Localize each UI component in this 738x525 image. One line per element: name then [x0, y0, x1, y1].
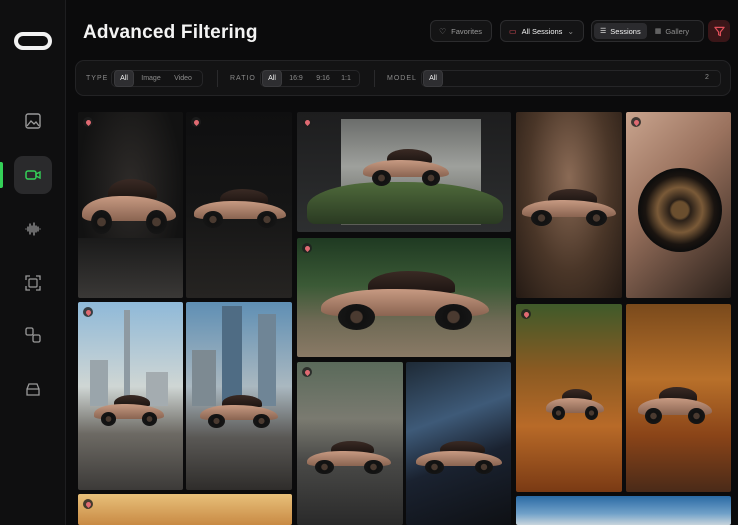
- favorite-heart-icon[interactable]: [83, 499, 93, 509]
- type-option-image[interactable]: Image: [138, 70, 164, 87]
- sidebar-item-upscale[interactable]: [14, 264, 52, 302]
- sidebar: [0, 0, 66, 525]
- car-image: [416, 438, 502, 474]
- gallery-tile[interactable]: [626, 112, 731, 298]
- sidebar-item-images[interactable]: [14, 102, 52, 140]
- audio-waveform-icon: [25, 222, 41, 236]
- car-image: [94, 392, 164, 426]
- wheel-closeup: [638, 168, 722, 252]
- tab-sessions[interactable]: ☰ Sessions: [594, 23, 647, 39]
- car-image: [200, 392, 278, 428]
- ratio-option-1-1[interactable]: 1:1: [338, 70, 354, 87]
- type-filter-label: TYPE: [86, 75, 109, 82]
- type-option-all[interactable]: All: [114, 70, 134, 87]
- ratio-option-9-16[interactable]: 9:16: [312, 70, 334, 87]
- favorite-heart-icon[interactable]: [631, 117, 641, 127]
- view-toggle: ☰ Sessions ▦ Gallery: [591, 20, 704, 42]
- image-expand-icon: [25, 275, 41, 291]
- archive-icon: [26, 383, 40, 396]
- video-icon: [25, 170, 41, 180]
- gallery-tile[interactable]: [406, 362, 511, 525]
- favorites-button[interactable]: ♡ Favorites: [430, 20, 492, 42]
- favorite-heart-icon[interactable]: [302, 367, 312, 377]
- favorite-heart-icon[interactable]: [83, 117, 93, 127]
- sidebar-item-video[interactable]: [14, 156, 52, 194]
- model-filter-label: MODEL: [387, 75, 417, 82]
- gallery-tile[interactable]: [626, 304, 731, 492]
- car-image: [194, 186, 286, 228]
- gallery-tile[interactable]: [78, 112, 183, 298]
- car-image: [638, 384, 712, 424]
- favorite-heart-icon[interactable]: [302, 243, 312, 253]
- model-count: 2: [705, 74, 709, 81]
- favorite-heart-icon[interactable]: [521, 309, 531, 319]
- favorite-heart-icon[interactable]: [191, 117, 201, 127]
- list-icon: ☰: [600, 28, 607, 35]
- chevron-down-icon: ⌄: [567, 26, 575, 36]
- favorite-heart-icon[interactable]: [302, 117, 312, 127]
- ratio-option-16-9[interactable]: 16:9: [285, 70, 307, 87]
- gallery-tile[interactable]: [297, 362, 403, 525]
- sidebar-item-audio[interactable]: [14, 210, 52, 248]
- gallery-tile[interactable]: [516, 496, 731, 525]
- favorites-label: Favorites: [451, 26, 483, 36]
- gallery-tile[interactable]: [297, 112, 511, 232]
- shapes-icon: [25, 327, 41, 343]
- car-image: [522, 186, 616, 226]
- divider: [374, 70, 375, 87]
- gallery-tile[interactable]: [297, 238, 511, 357]
- sessions-dropdown-label: All Sessions: [521, 26, 563, 36]
- floor-reflection: [78, 238, 183, 298]
- gallery-tile[interactable]: [186, 112, 292, 298]
- ratio-filter-label: RATIO: [230, 75, 256, 82]
- divider: [217, 70, 218, 87]
- mossy-rocks: [307, 182, 503, 224]
- car-image: [82, 174, 176, 234]
- tab-gallery[interactable]: ▦ Gallery: [649, 23, 695, 39]
- page-title: Advanced Filtering: [83, 22, 258, 43]
- gallery-tile[interactable]: [186, 302, 292, 490]
- skyscraper: [222, 306, 242, 406]
- heart-outline-icon: ♡: [439, 26, 447, 36]
- gallery-tile[interactable]: [516, 304, 622, 492]
- folder-icon: ▭: [509, 26, 517, 36]
- car-image: [307, 438, 391, 474]
- filter-bar: TYPE All Image Video RATIO All 16:9 9:16…: [75, 60, 731, 96]
- gallery-tile[interactable]: [516, 112, 622, 298]
- ratio-option-all[interactable]: All: [262, 70, 282, 87]
- active-indicator: [0, 162, 3, 188]
- favorite-heart-icon[interactable]: [83, 307, 93, 317]
- sessions-dropdown[interactable]: ▭ All Sessions ⌄: [500, 20, 584, 42]
- sidebar-item-shapes[interactable]: [14, 316, 52, 354]
- image-icon: [25, 113, 41, 129]
- car-image: [363, 146, 449, 186]
- model-option-all[interactable]: All: [423, 70, 443, 87]
- filter-icon: [713, 26, 725, 36]
- grid-icon: ▦: [654, 28, 662, 35]
- sidebar-item-archive[interactable]: [14, 370, 52, 408]
- gallery-tile[interactable]: [78, 494, 292, 525]
- type-option-video[interactable]: Video: [170, 70, 196, 87]
- car-image: [546, 386, 604, 420]
- filter-button[interactable]: [708, 20, 730, 42]
- gallery-tile[interactable]: [78, 302, 183, 490]
- model-filter-group: [421, 70, 721, 87]
- car-image: [321, 266, 489, 330]
- app-logo-icon[interactable]: [14, 32, 52, 50]
